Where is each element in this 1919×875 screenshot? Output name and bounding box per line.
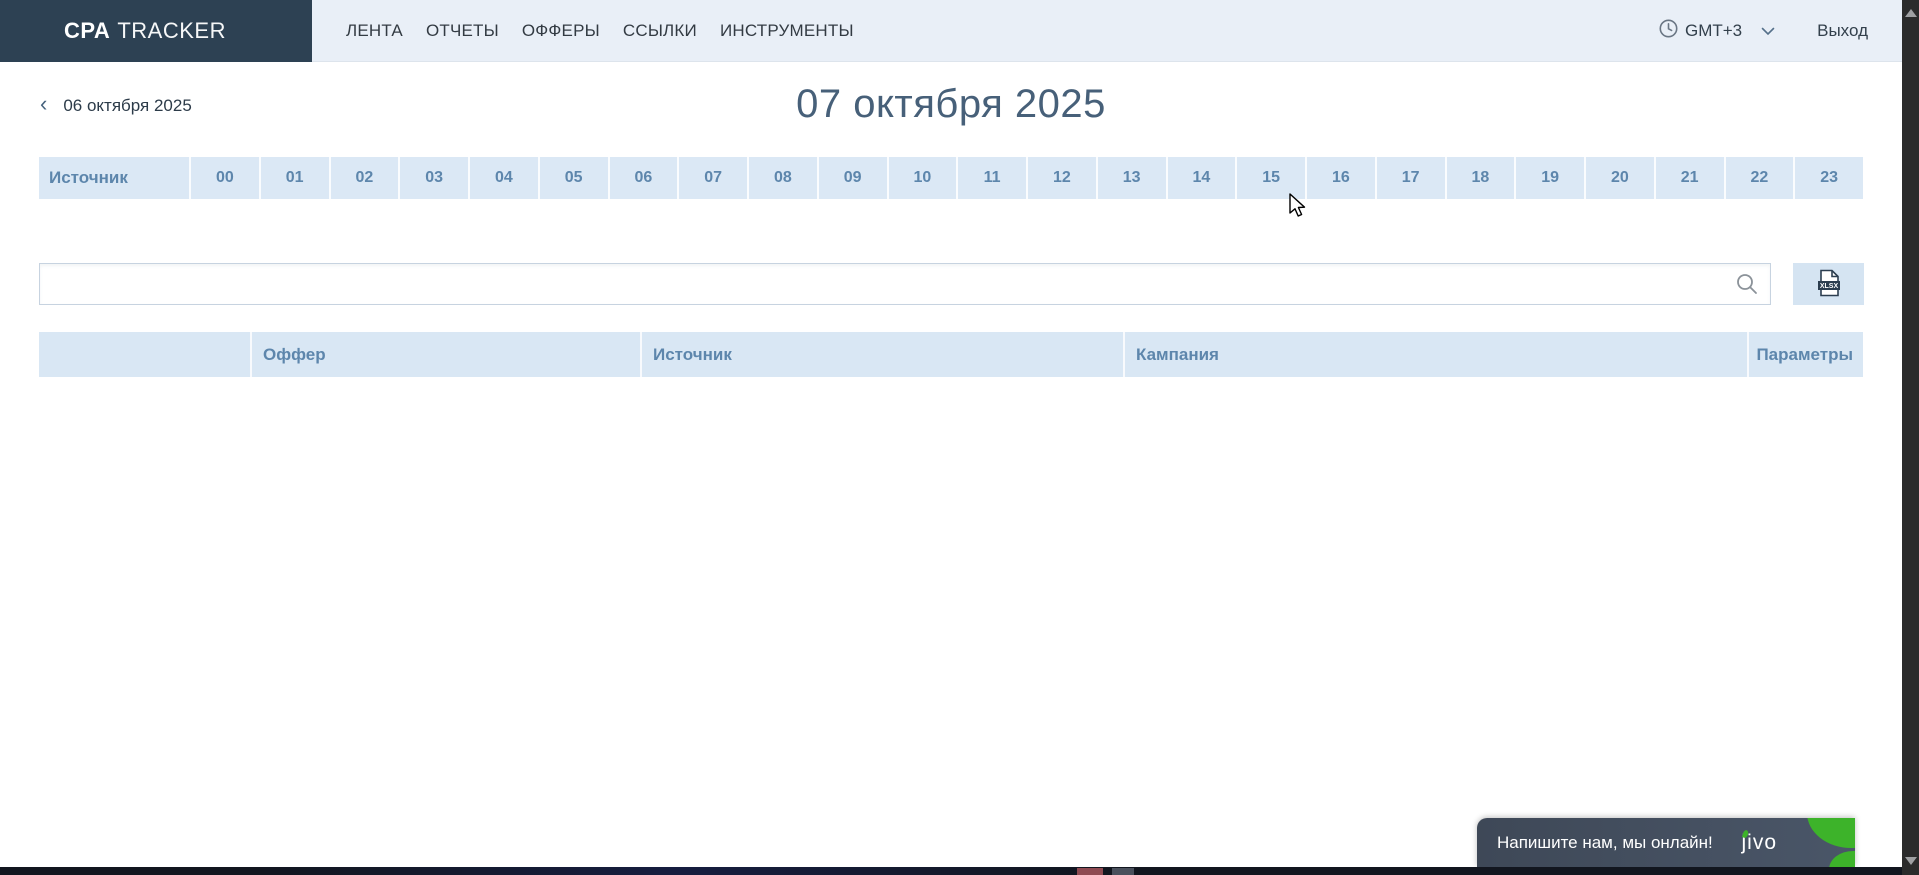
logout-link[interactable]: Выход	[1817, 21, 1868, 41]
column-offer: Оффер	[250, 332, 640, 377]
hour-column-03[interactable]: 03	[398, 157, 468, 199]
hour-column-13[interactable]: 13	[1096, 157, 1166, 199]
timezone-label: GMT+3	[1685, 21, 1742, 41]
page-title: 07 октября 2025	[0, 82, 1902, 127]
hour-column-16[interactable]: 16	[1305, 157, 1375, 199]
bottom-edge-strip	[0, 867, 1919, 875]
hour-column-09[interactable]: 09	[817, 157, 887, 199]
nav-item-offers[interactable]: ОФФЕРЫ	[522, 21, 600, 41]
jivo-logo: jivo	[1741, 818, 1777, 867]
app-logo[interactable]: CPA TRACKER	[0, 0, 312, 62]
bottom-strip-glow	[260, 867, 1100, 875]
column-source2: Источник	[640, 332, 1123, 377]
hour-column-19[interactable]: 19	[1514, 157, 1584, 199]
nav-item-lenta[interactable]: ЛЕНТА	[346, 21, 403, 41]
hour-column-23[interactable]: 23	[1793, 157, 1863, 199]
hour-table-header: Источник 00 01 02 03 04 05 06 07 08 09 1…	[39, 157, 1863, 199]
clock-icon	[1659, 19, 1678, 43]
svg-text:XLSX: XLSX	[1819, 283, 1838, 290]
data-table-header: Оффер Источник Кампания Параметры	[39, 332, 1863, 377]
hour-column-08[interactable]: 08	[747, 157, 817, 199]
search-bar	[39, 263, 1771, 305]
top-bar: CPA TRACKER ЛЕНТА ОТЧЕТЫ ОФФЕРЫ ССЫЛКИ И…	[0, 0, 1902, 62]
hour-column-00[interactable]: 00	[189, 157, 259, 199]
logo-bold: CPA	[64, 18, 110, 44]
export-xlsx-button[interactable]: XLSX	[1793, 263, 1864, 305]
hour-column-14[interactable]: 14	[1166, 157, 1236, 199]
search-input[interactable]	[39, 263, 1771, 305]
column-select	[39, 332, 250, 377]
nav-item-links[interactable]: ССЫЛКИ	[623, 21, 697, 41]
hour-column-10[interactable]: 10	[887, 157, 957, 199]
bottom-strip-gray-fragment	[1112, 868, 1134, 875]
scroll-up-arrow-icon[interactable]	[1905, 9, 1917, 17]
vertical-scrollbar[interactable]	[1902, 0, 1919, 875]
header-right: GMT+3 Выход	[1659, 0, 1868, 62]
jivo-leaf-small-icon	[1829, 851, 1855, 867]
hour-column-02[interactable]: 02	[329, 157, 399, 199]
nav-item-reports[interactable]: ОТЧЕТЫ	[426, 21, 499, 41]
hour-column-17[interactable]: 17	[1375, 157, 1445, 199]
hour-column-15[interactable]: 15	[1235, 157, 1305, 199]
hour-column-06[interactable]: 06	[608, 157, 678, 199]
column-parameters: Параметры	[1747, 332, 1863, 377]
main-nav: ЛЕНТА ОТЧЕТЫ ОФФЕРЫ ССЫЛКИ ИНСТРУМЕНТЫ	[346, 0, 854, 62]
hour-column-01[interactable]: 01	[259, 157, 329, 199]
logo-rest: TRACKER	[117, 18, 226, 44]
chat-widget[interactable]: Напишите нам, мы онлайн! jivo	[1477, 818, 1855, 867]
hour-column-12[interactable]: 12	[1026, 157, 1096, 199]
timezone-selector[interactable]: GMT+3	[1659, 19, 1775, 43]
hour-column-21[interactable]: 21	[1654, 157, 1724, 199]
hour-column-04[interactable]: 04	[468, 157, 538, 199]
search-icon[interactable]	[1735, 272, 1759, 301]
xlsx-file-icon: XLSX	[1816, 269, 1842, 300]
bottom-strip-red-fragment	[1077, 868, 1103, 875]
scroll-down-arrow-icon[interactable]	[1905, 857, 1917, 865]
hour-column-11[interactable]: 11	[956, 157, 1026, 199]
column-source: Источник	[39, 157, 189, 199]
hour-column-05[interactable]: 05	[538, 157, 608, 199]
chevron-down-icon	[1761, 27, 1775, 36]
hour-column-22[interactable]: 22	[1724, 157, 1794, 199]
jivo-leaf-icon	[1807, 818, 1855, 848]
hour-column-07[interactable]: 07	[677, 157, 747, 199]
hour-column-18[interactable]: 18	[1445, 157, 1515, 199]
chat-message: Напишите нам, мы онлайн!	[1497, 818, 1713, 867]
hour-column-20[interactable]: 20	[1584, 157, 1654, 199]
nav-item-tools[interactable]: ИНСТРУМЕНТЫ	[720, 21, 854, 41]
column-campaign: Кампания	[1123, 332, 1747, 377]
